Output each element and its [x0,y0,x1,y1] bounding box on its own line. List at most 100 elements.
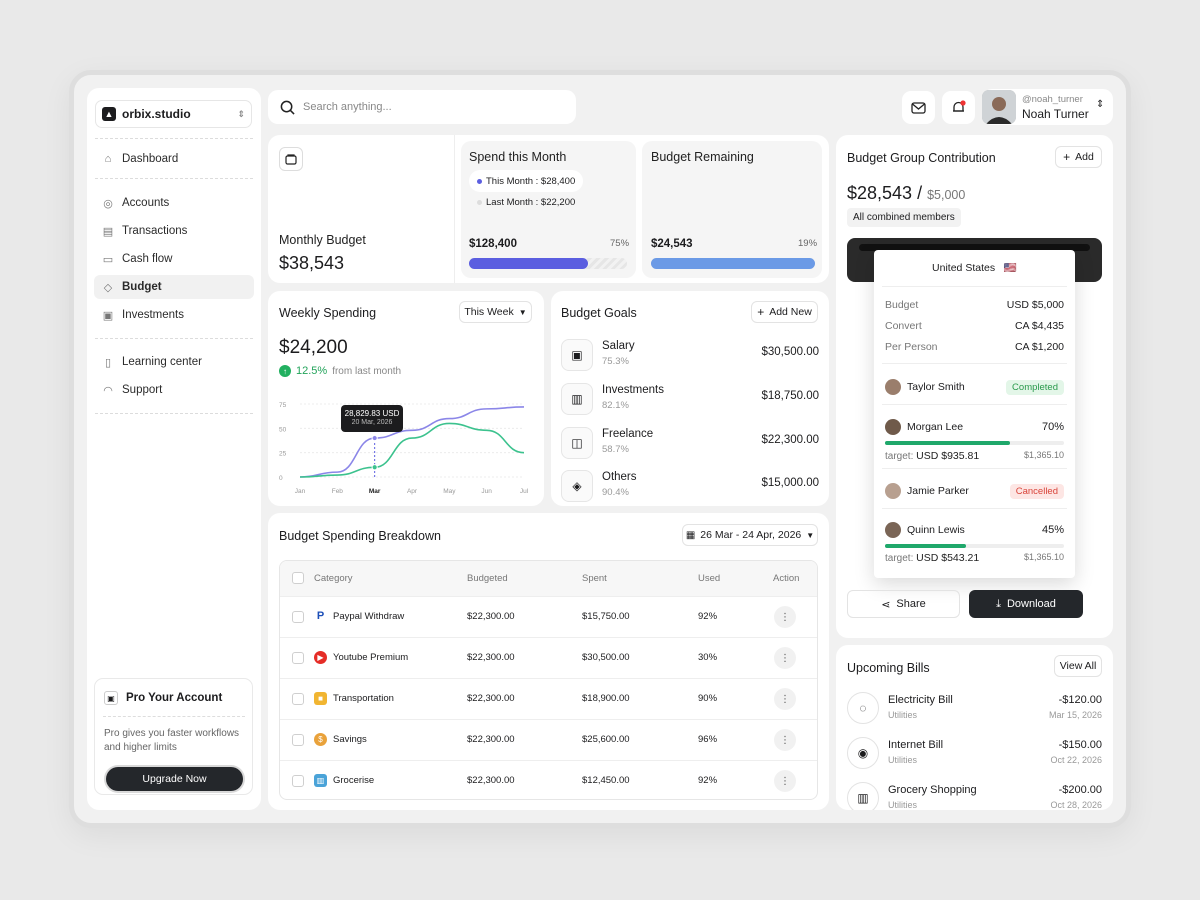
money-bag-icon: $ [314,733,327,746]
x-tick-label: Feb [332,488,344,495]
bill-category: Utilities [888,755,918,765]
data-point [371,464,378,471]
bill-item[interactable]: ▥ Grocery Shopping Utilities -$200.00 Oct 28… [847,782,1102,810]
goal-percent: 58.7% [602,444,629,455]
avatar [885,522,901,538]
row-budgeted: $22,300.00 [467,652,515,663]
search-input[interactable]: Search anything... [303,101,392,113]
goal-value: $15,000.00 [761,477,819,489]
money-bag-icon: ◈ [561,470,593,502]
target-total: $1,365.10 [1023,552,1064,562]
mail-button[interactable] [902,91,935,124]
x-tick-label: Mar [369,488,381,495]
data-point [371,434,378,442]
x-tick-label: Apr [407,488,418,495]
coin-icon: ◎ [103,197,113,210]
convert-key: Convert [885,320,922,332]
nav-label: Investments [122,309,184,321]
goal-item[interactable]: ◈ Others 90.4% $15,000.00 [561,468,819,508]
x-tick-label: Jul [520,488,529,495]
nav-budget[interactable]: ◇ Budget [94,275,254,299]
goal-item[interactable]: ▥ Investments 82.1% $18,750.00 [561,381,819,421]
notification-button[interactable] [942,91,975,124]
share-button[interactable]: ⋖ Share [847,590,960,618]
remaining-progress-fill [651,258,815,269]
row-checkbox[interactable] [292,652,304,664]
goal-item[interactable]: ▣ Salary 75.3% $30,500.00 [561,337,819,377]
goal-item[interactable]: ◫ Freelance 58.7% $22,300.00 [561,425,819,465]
group-amount-value: $28,543 / [847,183,923,203]
remaining-progress-track [651,258,815,269]
group-amount: $28,543 / $5,000 [847,183,965,204]
weekly-change-note: from last month [332,365,402,377]
row-checkbox[interactable] [292,693,304,705]
spend-progress-fill [469,258,588,269]
member-taylor: Taylor Smith Completed [885,376,1064,398]
row-menu-icon[interactable]: ⋮ [774,606,796,628]
row-checkbox[interactable] [292,775,304,787]
weekly-title: Weekly Spending [279,306,377,320]
wifi-icon: ◉ [847,737,879,769]
header-action: Action [773,573,800,584]
spend-value: $128,400 [469,238,517,250]
avatar [982,90,1016,124]
bill-amount: -$150.00 [1058,739,1102,751]
row-menu-icon[interactable]: ⋮ [774,647,796,669]
per-person-value: CA $1,200 [1014,341,1064,353]
date-range-picker[interactable]: ▦ 26 Mar - 24 Apr, 2026 ▼ [682,524,818,546]
bill-item[interactable]: ◉ Internet Bill Utilities -$150.00 Oct 22, 2… [847,737,1102,773]
bill-name: Electricity Bill [888,694,953,706]
nav-support[interactable]: ◠ Support [94,378,254,402]
y-tick-label: 75 [279,402,287,409]
bell-icon [953,100,966,112]
series-line [299,406,525,478]
download-button[interactable]: ⤓ Download [969,590,1083,618]
member-name: Taylor Smith [907,381,965,393]
group-amount-total: $5,000 [927,188,966,202]
week-filter-dropdown[interactable]: This Week ▼ [459,301,532,323]
workspace-switcher[interactable]: ▲ orbix.studio ⇕ [95,100,252,128]
upgrade-button[interactable]: Upgrade Now [106,767,243,791]
nav-transactions[interactable]: ▤ Transactions [94,219,254,243]
goal-name: Investments [602,384,664,396]
headset-icon: ◠ [103,384,113,397]
avatar [885,379,901,395]
row-menu-icon[interactable]: ⋮ [774,729,796,751]
row-menu-icon[interactable]: ⋮ [774,770,796,792]
nav-learning[interactable]: ▯ Learning center [94,350,254,374]
view-all-button[interactable]: View All [1054,655,1102,677]
select-all-checkbox[interactable] [292,572,304,584]
ticket-icon: ◇ [103,281,113,294]
pro-account-card: ▣ Pro Your Account Pro gives you faster w… [94,678,253,795]
nav-investments[interactable]: ▣ Investments [94,303,254,327]
goal-value: $22,300.00 [761,434,819,446]
member-name: Morgan Lee [907,421,964,433]
country-name: United States [932,262,996,274]
row-menu-icon[interactable]: ⋮ [774,688,796,710]
bills-title: Upcoming Bills [847,661,930,675]
header-category: Category [314,573,353,584]
add-goal-button[interactable]: + Add New [751,301,818,323]
row-category: Savings [333,734,367,746]
row-category: Grocerise [333,775,375,787]
nav-dashboard[interactable]: ⌂ Dashboard [94,147,254,171]
chart-tooltip: 28,829.83 USD 20 Mar, 2026 [341,405,403,432]
spend-month-title: Spend this Month [469,150,567,164]
lightbulb-icon: ◌ [847,692,879,724]
divider [95,338,253,339]
download-label: Download [1006,598,1056,610]
row-checkbox[interactable] [292,734,304,746]
nav-cashflow[interactable]: ▭ Cash flow [94,247,254,271]
row-budgeted: $22,300.00 [467,775,515,786]
nav-label: Cash flow [122,253,173,265]
bill-item[interactable]: ◌ Electricity Bill Utilities -$120.00 Mar 15… [847,692,1102,728]
row-checkbox[interactable] [292,611,304,623]
search-bar[interactable]: Search anything... [268,90,576,124]
profile-menu[interactable]: @noah_turner Noah Turner ⇕ [982,89,1113,125]
row-spent: $18,900.00 [582,693,630,704]
legend-dot [477,178,482,184]
nav-accounts[interactable]: ◎ Accounts [94,191,254,215]
add-member-button[interactable]: + Add [1055,146,1102,168]
bill-amount: -$120.00 [1058,694,1102,706]
store-icon: ▥ [847,782,879,810]
